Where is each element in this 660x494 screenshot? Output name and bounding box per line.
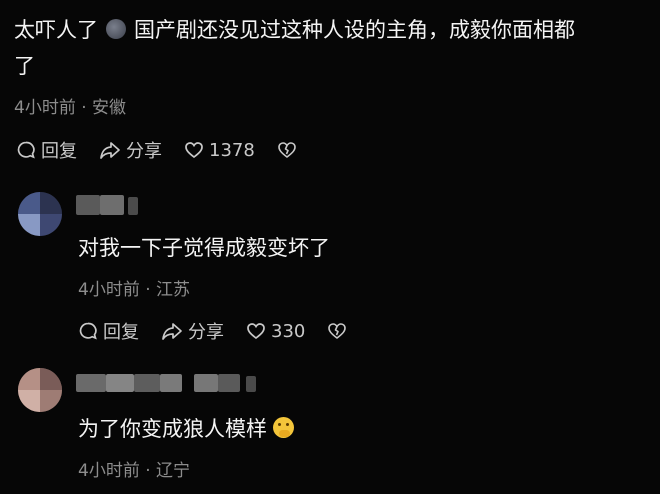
dislike-button[interactable] [277, 140, 302, 160]
post-text-line1-rest: 国产剧还没见过这种人设的主角，成毅你面相都 [134, 18, 575, 42]
heart-icon [185, 142, 203, 159]
like-count: 1378 [209, 139, 255, 161]
reply-actions: 回复 分享 330 [78, 318, 352, 344]
username-blurred[interactable] [76, 195, 148, 217]
like-count: 330 [271, 320, 306, 342]
share-button[interactable]: 分享 [161, 318, 224, 344]
comment-bubble-icon [79, 322, 97, 340]
dislike-button[interactable] [327, 321, 352, 341]
share-button[interactable]: 分享 [99, 137, 162, 163]
post-text-line1: 太吓人了 [14, 18, 98, 42]
reply-text: 为了你变成狼人模样 [78, 417, 267, 441]
username-blurred[interactable] [76, 374, 266, 394]
broken-heart-icon [278, 142, 296, 158]
face-emoji [273, 417, 294, 438]
reply-label: 回复 [103, 322, 139, 343]
avatar[interactable] [18, 192, 62, 236]
post-text-line2: 了 [14, 54, 35, 78]
moon-emoji [106, 19, 126, 39]
reply-text-row: 为了你变成狼人模样 [78, 413, 294, 445]
reply-label: 回复 [41, 141, 77, 162]
post-actions: 回复 分享 1378 [16, 137, 302, 163]
post-meta: 4小时前 · 安徽 [14, 98, 127, 118]
post-text: 太吓人了 国产剧还没见过这种人设的主角，成毅你面相都 [14, 14, 660, 46]
share-arrow-icon [100, 142, 120, 159]
share-label: 分享 [126, 141, 162, 162]
reply-text: 对我一下子觉得成毅变坏了 [78, 236, 330, 260]
reply-meta: 4小时前 · 江苏 [78, 280, 191, 300]
reply-meta: 4小时前 · 辽宁 [78, 461, 191, 481]
like-button[interactable]: 330 [246, 321, 305, 342]
avatar[interactable] [18, 368, 62, 412]
heart-icon [247, 323, 265, 340]
reply-button[interactable]: 回复 [16, 137, 77, 163]
broken-heart-icon [328, 323, 347, 339]
like-button[interactable]: 1378 [184, 140, 255, 161]
share-arrow-icon [162, 323, 182, 340]
reply-button[interactable]: 回复 [78, 318, 139, 344]
share-label: 分享 [188, 322, 224, 343]
comment-bubble-icon [17, 141, 35, 159]
